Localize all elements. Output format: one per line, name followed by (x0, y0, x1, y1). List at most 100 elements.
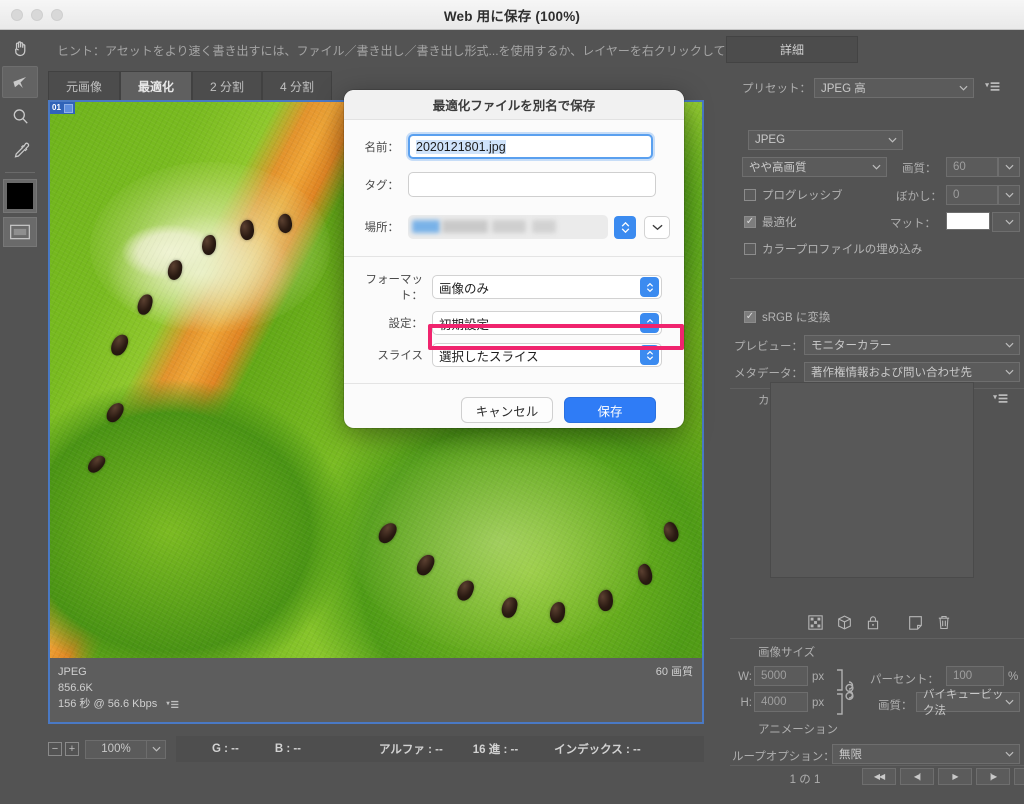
dialog-save-button[interactable]: 保存 (564, 397, 656, 423)
slice-select-tool[interactable] (2, 66, 38, 98)
convert-srgb-label: sRGB に変換 (762, 312, 831, 324)
zoom-level-dropdown[interactable] (147, 739, 166, 759)
embed-color-profile-checkbox[interactable]: カラープロファイルの埋め込み (744, 239, 922, 259)
width-value[interactable]: 5000 (754, 666, 808, 686)
checkbox-box (744, 243, 756, 255)
tab-optimized[interactable]: 最適化 (120, 71, 193, 100)
blur-value[interactable]: 0 (946, 185, 998, 205)
loop-options-label: ループオプション： (732, 751, 835, 763)
resample-label: 画質： (878, 700, 913, 712)
foreground-color-swatch[interactable] (3, 179, 37, 213)
chevron-down-icon (1005, 366, 1014, 378)
zoom-tool[interactable] (2, 100, 38, 132)
readout-b: B : -- (274, 743, 302, 755)
optimize-label: 最適化 (762, 217, 797, 229)
preview-color-select[interactable]: モニターカラー (804, 335, 1020, 355)
toolbar-divider (5, 172, 35, 173)
embed-color-profile-label: カラープロファイルの埋め込み (762, 244, 923, 256)
settings-label: 設定： (388, 318, 424, 330)
chevron-up-icon (621, 221, 629, 227)
status-bar: − + 100% G : -- B : -- アルファ : -- 16 進 : … (48, 736, 704, 762)
panel-divider (730, 278, 1024, 279)
chevron-down-icon (646, 323, 653, 328)
web-shift-icon[interactable] (808, 615, 823, 633)
chevron-down-icon (646, 287, 653, 292)
chevron-down-icon (1005, 339, 1014, 351)
preview-options-menu-icon[interactable] (166, 698, 179, 714)
window-title: Web 用に保存 (100%) (443, 8, 581, 24)
height-value[interactable]: 4000 (754, 692, 808, 712)
colortable-menu-icon[interactable] (993, 393, 1008, 407)
zoom-out-button[interactable]: − (48, 742, 62, 756)
tag-input[interactable] (408, 172, 656, 197)
width-label: W: (738, 671, 752, 683)
previous-frame-button[interactable]: ◀| (900, 768, 934, 785)
tag-label: タグ： (364, 179, 400, 192)
progressive-checkbox[interactable]: プログレッシブ (744, 185, 843, 205)
quality-value[interactable]: 60 (946, 157, 998, 177)
dialog-divider (344, 256, 684, 257)
file-format-select[interactable]: JPEG (748, 130, 903, 150)
settings-select[interactable]: 初期設定 (432, 311, 662, 335)
trash-icon[interactable] (937, 615, 951, 633)
metadata-value: 著作権情報および問い合わせ先 (811, 367, 972, 379)
dialog-cancel-button[interactable]: キャンセル (461, 397, 553, 423)
new-color-icon[interactable] (908, 615, 923, 633)
chevron-down-icon (151, 746, 161, 752)
toggle-slices-visibility[interactable] (3, 217, 37, 247)
chevron-down-icon (1005, 748, 1014, 760)
expand-browser-button[interactable] (644, 215, 670, 239)
convert-srgb-checkbox[interactable]: sRGB に変換 (744, 307, 830, 327)
preview-color-label: プレビュー： (734, 341, 803, 353)
format-select[interactable]: 画像のみ (432, 275, 662, 299)
eyedropper-tool[interactable] (2, 134, 38, 166)
slices-label: スライス (377, 350, 423, 362)
color-swatch-black (7, 183, 33, 209)
slices-select[interactable]: 選択したスライス (432, 343, 662, 367)
quality-label: 画質： (902, 163, 937, 175)
preset-select[interactable]: JPEG 高 (814, 78, 974, 98)
settings-stepper (640, 313, 659, 333)
matte-color-swatch[interactable] (946, 212, 990, 230)
resample-select[interactable]: バイキュービック法 (916, 689, 1020, 717)
percent-value[interactable]: 100 (946, 666, 1004, 686)
blur-dropdown[interactable] (998, 185, 1020, 205)
image-download-time: 156 秒 @ 56.6 Kbps (58, 698, 158, 710)
quality-preset-select[interactable]: やや高画質 (742, 157, 887, 177)
slice-badge[interactable]: 01 (50, 102, 75, 114)
location-stepper[interactable] (614, 215, 636, 239)
chevron-down-icon (1005, 161, 1014, 173)
location-path-field[interactable] (408, 215, 608, 239)
window-titlebar: Web 用に保存 (100%) (0, 0, 1024, 30)
loop-options-select[interactable]: 無限 (832, 744, 1020, 764)
next-frame-button[interactable]: |▶ (976, 768, 1010, 785)
panel-menu-icon[interactable] (985, 81, 1000, 95)
height-label: H: (740, 697, 753, 709)
last-frame-button[interactable]: ▶▶ (1014, 768, 1024, 785)
optimize-checkbox[interactable]: 最適化 (744, 212, 797, 232)
first-frame-button[interactable]: ◀◀ (862, 768, 896, 785)
lock-icon[interactable] (866, 615, 880, 633)
cube-icon[interactable] (837, 615, 852, 633)
chevron-down-icon (959, 82, 968, 94)
zoom-in-button[interactable]: + (65, 742, 79, 756)
tab-original[interactable]: 元画像 (48, 71, 121, 100)
hand-tool[interactable] (2, 32, 38, 64)
dialog-button-row: キャンセル 保存 (344, 384, 684, 423)
link-constrain-icon[interactable] (834, 668, 856, 719)
colortable-swatch-area[interactable] (770, 382, 974, 578)
animation-label: アニメーション (758, 724, 839, 736)
metadata-select[interactable]: 著作権情報および問い合わせ先 (804, 362, 1020, 382)
play-button[interactable]: ▶ (938, 768, 972, 785)
animation-playback-controls: ◀◀ ◀| ▶ |▶ ▶▶ (862, 768, 1024, 785)
matte-dropdown[interactable] (992, 212, 1020, 232)
tab-4up[interactable]: 4 分割 (262, 71, 333, 100)
resample-value: バイキュービック法 (923, 689, 1004, 717)
kiwi-core-highlight (350, 432, 650, 652)
quality-dropdown[interactable] (998, 157, 1020, 177)
zoom-level-value[interactable]: 100% (85, 739, 147, 759)
filename-input[interactable]: 2020121801.jpg (408, 134, 653, 159)
location-redacted (442, 220, 488, 233)
panel-tab-detail[interactable]: 詳細 (726, 36, 858, 63)
tab-2up[interactable]: 2 分割 (192, 71, 263, 100)
